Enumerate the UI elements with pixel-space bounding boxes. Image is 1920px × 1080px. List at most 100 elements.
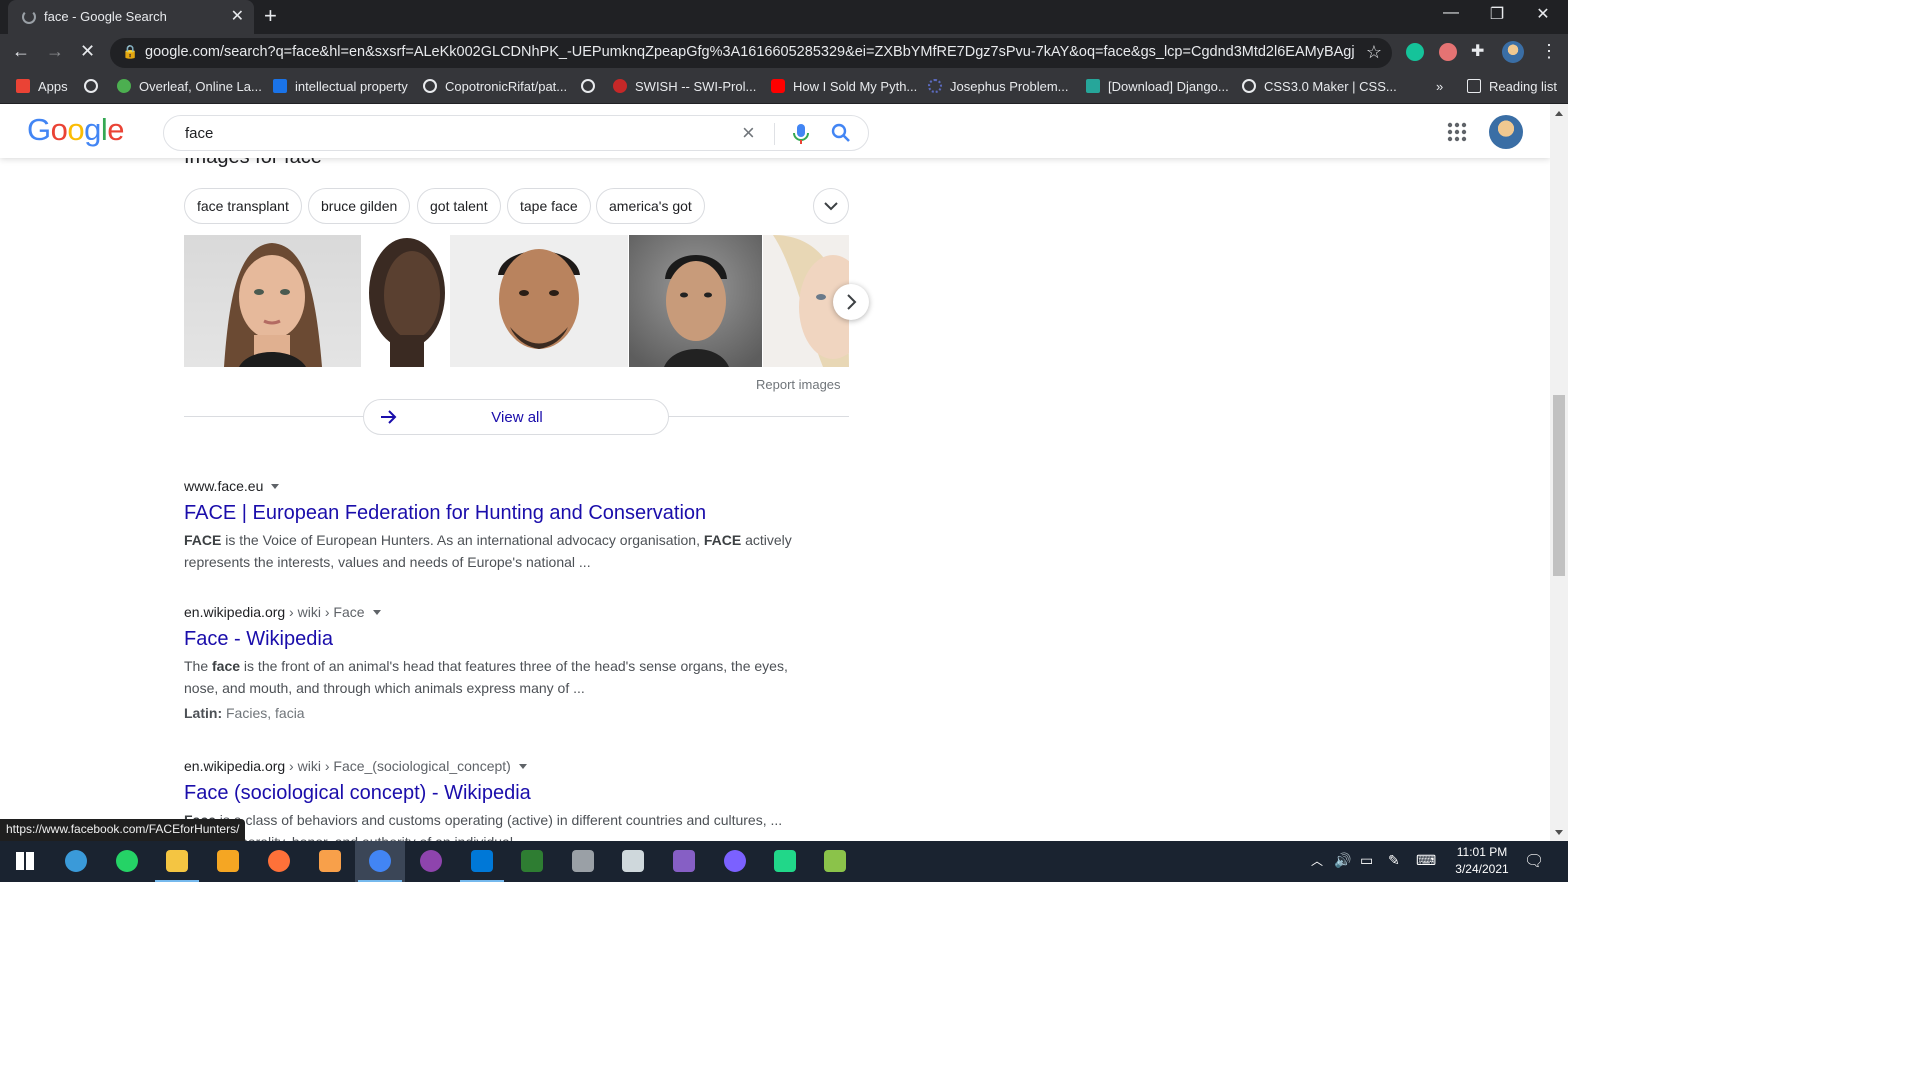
address-bar[interactable]: 🔒 google.com/search?q=face&hl=en&sxsrf=A… bbox=[110, 38, 1392, 68]
bookmark-apps[interactable]: Apps bbox=[16, 79, 68, 94]
result-url[interactable]: en.wikipedia.org › wiki › Face_(sociolog… bbox=[184, 758, 804, 774]
scroll-down-icon[interactable] bbox=[1555, 830, 1563, 835]
result-title-link[interactable]: Face - Wikipedia bbox=[184, 628, 804, 651]
minimize-icon[interactable]: — bbox=[1428, 4, 1474, 22]
vertical-scrollbar[interactable] bbox=[1550, 104, 1568, 841]
result-url[interactable]: www.face.eu bbox=[184, 478, 804, 494]
chip-bruce-gilden[interactable]: bruce gilden bbox=[308, 188, 411, 224]
result-title-link[interactable]: FACE | European Federation for Hunting a… bbox=[184, 502, 804, 525]
close-tab-icon[interactable]: ✕ bbox=[231, 6, 244, 26]
taskbar-button[interactable] bbox=[254, 841, 304, 882]
taskbar-button[interactable] bbox=[406, 841, 456, 882]
chip-tape-face[interactable]: tape face bbox=[507, 188, 591, 224]
bookmark-josephus[interactable]: Josephus Problem... bbox=[928, 79, 1069, 94]
extensions-puzzle-icon[interactable]: ✚ bbox=[1471, 41, 1489, 60]
chips-expand-button[interactable] bbox=[813, 188, 849, 224]
report-images-link[interactable]: Report images bbox=[756, 377, 841, 392]
notifications-icon[interactable]: 🗨 bbox=[1524, 851, 1544, 871]
forward-icon[interactable]: → bbox=[46, 41, 64, 62]
chip-americas-got[interactable]: america's got bbox=[596, 188, 705, 224]
taskbar-button[interactable] bbox=[203, 841, 253, 882]
image-thumbnail[interactable] bbox=[362, 235, 449, 367]
taskbar-button[interactable] bbox=[659, 841, 709, 882]
scrollbar-thumb[interactable] bbox=[1553, 395, 1565, 576]
close-window-icon[interactable]: ✕ bbox=[1520, 4, 1566, 24]
bookmark-youtube[interactable]: How I Sold My Pyth... bbox=[771, 79, 917, 94]
bookmark-github[interactable]: CopotronicRifat/pat... bbox=[423, 79, 567, 94]
logo-letter: e bbox=[107, 112, 125, 147]
view-all-button[interactable]: View all bbox=[363, 399, 669, 435]
clear-search-icon[interactable]: × bbox=[742, 120, 755, 146]
bookmark-globe-2[interactable] bbox=[581, 79, 603, 94]
search-box[interactable]: face × bbox=[163, 115, 869, 151]
google-apps-icon[interactable] bbox=[1447, 122, 1467, 147]
lock-icon[interactable]: 🔒 bbox=[122, 44, 138, 60]
taskbar-button[interactable] bbox=[608, 841, 658, 882]
taskbar-button[interactable] bbox=[51, 841, 101, 882]
more-bookmarks-button[interactable]: » bbox=[1436, 79, 1443, 94]
google-logo[interactable]: Google bbox=[27, 112, 125, 148]
scroll-up-icon[interactable] bbox=[1555, 111, 1563, 116]
account-avatar[interactable] bbox=[1489, 115, 1523, 149]
new-tab-button[interactable]: + bbox=[264, 3, 277, 29]
taskbar-button[interactable] bbox=[710, 841, 760, 882]
taskbar-button[interactable] bbox=[507, 841, 557, 882]
taskbar-button[interactable] bbox=[305, 841, 355, 882]
microphone-icon[interactable] bbox=[792, 122, 810, 151]
search-icon[interactable] bbox=[830, 122, 852, 149]
network-icon[interactable]: ▭ bbox=[1360, 852, 1373, 869]
bookmark-django[interactable]: [Download] Django... bbox=[1086, 79, 1229, 94]
profile-avatar[interactable] bbox=[1502, 41, 1524, 63]
bookmark-star-icon[interactable]: ☆ bbox=[1366, 42, 1382, 63]
url-text[interactable]: google.com/search?q=face&hl=en&sxsrf=ALe… bbox=[145, 44, 1355, 60]
images-next-button[interactable] bbox=[833, 284, 869, 320]
volume-icon[interactable]: 🔊 bbox=[1334, 852, 1351, 869]
taskbar-button[interactable] bbox=[102, 841, 152, 882]
grammarly-icon[interactable] bbox=[1406, 43, 1424, 61]
chip-got-talent[interactable]: got talent bbox=[417, 188, 501, 224]
logo-letter: o bbox=[67, 112, 85, 147]
result-title-link[interactable]: Face (sociological concept) - Wikipedia bbox=[184, 782, 804, 805]
show-hidden-icons[interactable]: ︿ bbox=[1311, 852, 1323, 869]
bookmark-swish[interactable]: SWISH -- SWI-Prol... bbox=[613, 79, 756, 94]
browser-tab[interactable]: face - Google Search ✕ bbox=[8, 0, 254, 34]
globe-icon bbox=[1242, 79, 1256, 93]
loading-icon bbox=[22, 10, 36, 24]
chevron-down-icon[interactable] bbox=[271, 484, 280, 489]
image-thumbnail[interactable] bbox=[629, 235, 762, 367]
restore-icon[interactable]: ❐ bbox=[1474, 4, 1520, 24]
chip-face-transplant[interactable]: face transplant bbox=[184, 188, 302, 224]
result-extra-info: Latin: Facies, facia bbox=[184, 705, 305, 721]
bookmark-intellectual-property[interactable]: intellectual property bbox=[273, 79, 408, 94]
search-query[interactable]: face bbox=[185, 125, 213, 142]
taskbar-button[interactable] bbox=[810, 841, 860, 882]
bookmark-overleaf[interactable]: Overleaf, Online La... bbox=[117, 79, 262, 94]
menu-icon[interactable]: ⋮ bbox=[1540, 41, 1558, 62]
back-icon[interactable]: ← bbox=[12, 41, 30, 62]
image-thumbnail[interactable] bbox=[184, 235, 361, 367]
keyboard-icon[interactable]: ⌨ bbox=[1416, 852, 1436, 869]
running-indicator bbox=[460, 880, 504, 882]
taskbar-button[interactable] bbox=[152, 841, 202, 882]
link-status-bar: https://www.facebook.com/FACEforHunters/ bbox=[0, 819, 246, 841]
taskbar-button[interactable] bbox=[457, 841, 507, 882]
pen-icon[interactable]: ✎ bbox=[1388, 852, 1400, 869]
chevron-down-icon[interactable] bbox=[372, 610, 381, 615]
result-url[interactable]: en.wikipedia.org › wiki › Face bbox=[184, 604, 804, 620]
taskbar-button[interactable] bbox=[558, 841, 608, 882]
system-clock[interactable]: 11:01 PM 3/24/2021 bbox=[1448, 844, 1516, 878]
extension-icon[interactable] bbox=[1439, 43, 1457, 61]
github-icon bbox=[420, 850, 442, 872]
taskbar-button[interactable] bbox=[760, 841, 810, 882]
bookmark-globe[interactable] bbox=[84, 79, 106, 94]
taskbar-button[interactable] bbox=[355, 841, 405, 882]
bookmark-css-maker[interactable]: CSS3.0 Maker | CSS... bbox=[1242, 79, 1397, 94]
running-indicator bbox=[358, 880, 402, 882]
stop-loading-icon[interactable]: ✕ bbox=[80, 41, 95, 62]
image-thumbnail[interactable] bbox=[450, 235, 628, 367]
tab-title: face - Google Search bbox=[44, 9, 167, 24]
chevron-down-icon[interactable] bbox=[518, 764, 527, 769]
search-result: en.wikipedia.org › wiki › Face Face - Wi… bbox=[184, 604, 804, 721]
taskbar-button[interactable] bbox=[0, 841, 50, 882]
reading-list-button[interactable]: Reading list bbox=[1467, 79, 1557, 94]
